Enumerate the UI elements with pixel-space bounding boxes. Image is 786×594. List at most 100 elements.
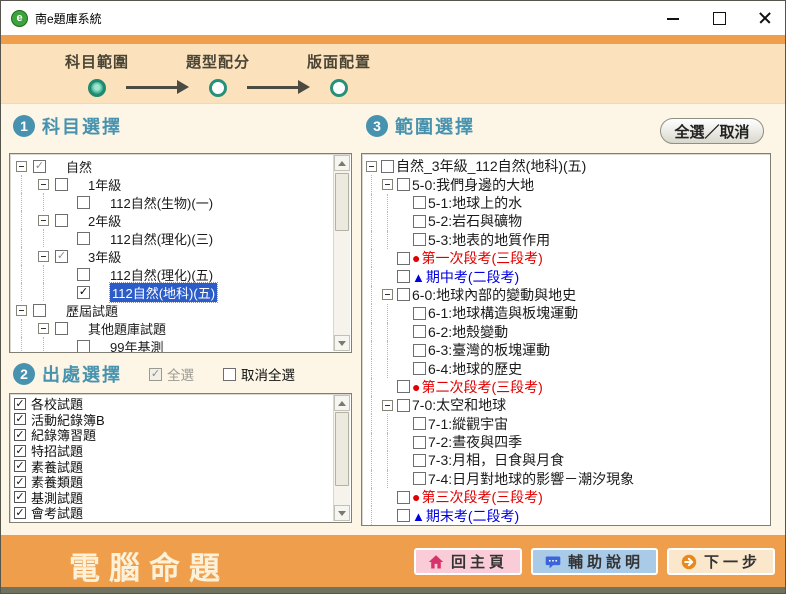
checkbox-checked[interactable]: ✓ [77, 286, 90, 299]
select-toggle-button[interactable]: 全選／取消 [660, 118, 764, 144]
scrollbar-thumb[interactable] [335, 173, 349, 231]
checkbox-unchecked[interactable] [413, 196, 426, 209]
tree-node[interactable]: 112自然(生物)(一) [10, 193, 351, 211]
expander-minus-icon[interactable] [38, 215, 49, 226]
tree-label[interactable]: 112自然(理化)(三) [110, 229, 213, 248]
tree-label[interactable]: 7-1:縱觀宇宙 [428, 414, 508, 434]
tree-node[interactable]: 7-4:日月對地球的影響－潮汐現象 [362, 470, 770, 488]
scrollbar-thumb[interactable] [335, 412, 349, 486]
expander-minus-icon[interactable] [16, 161, 27, 172]
expander-minus-icon[interactable] [382, 289, 393, 300]
checkbox-unchecked[interactable] [77, 340, 90, 353]
tree-node[interactable]: 5-1:地球上的水 [362, 194, 770, 212]
deselect-all-checkbox[interactable]: 取消全選 [223, 364, 295, 384]
expander-minus-icon[interactable] [38, 323, 49, 334]
checkbox-unchecked[interactable] [77, 232, 90, 245]
checkbox-unchecked[interactable] [413, 325, 426, 338]
tree-node[interactable]: 自然_3年級_112自然(地科)(五) [362, 157, 770, 175]
tree-label[interactable]: ●第二次段考(三段考) [412, 377, 543, 397]
tree-label[interactable]: 6-3:臺灣的板塊運動 [428, 340, 550, 360]
expander-minus-icon[interactable] [382, 400, 393, 411]
checkbox-unchecked[interactable] [55, 178, 68, 191]
expander-minus-icon[interactable] [382, 179, 393, 190]
tree-label[interactable]: 7-3:月相，日食與月食 [428, 450, 564, 470]
tree-label[interactable]: 7-0:太空和地球 [412, 395, 506, 415]
tree-label[interactable]: 99年基測 [110, 337, 163, 354]
checkbox-mixed[interactable]: ✓ [55, 250, 68, 263]
tree-node[interactable]: ●第一次段考(三段考) [362, 249, 770, 267]
tree-label[interactable]: ●第三次段考(三段考) [412, 487, 543, 507]
tree-node[interactable]: 其他題庫試題 [10, 319, 351, 337]
checkbox-checked[interactable]: ✓ [14, 491, 26, 503]
tree-label[interactable]: 其他題庫試題 [88, 319, 166, 338]
checkbox-checked-disabled[interactable] [149, 368, 162, 381]
tree-node[interactable]: 99年基測 [10, 337, 351, 353]
tree-label[interactable]: 6-4:地球的歷史 [428, 359, 522, 379]
checkbox-unchecked[interactable] [381, 160, 394, 173]
tree-label[interactable]: 1年級 [88, 175, 121, 194]
scroll-up-icon[interactable] [334, 155, 350, 171]
tree-node[interactable]: 2年級 [10, 211, 351, 229]
minimize-icon[interactable] [665, 10, 681, 26]
tree-node[interactable]: ✓自然 [10, 157, 351, 175]
checkbox-unchecked[interactable] [397, 509, 410, 522]
checkbox-unchecked[interactable] [413, 436, 426, 449]
checkbox-unchecked[interactable] [413, 362, 426, 375]
checkbox-unchecked[interactable] [397, 399, 410, 412]
tree-label[interactable]: 7-4:日月對地球的影響－潮汐現象 [428, 469, 634, 489]
tree-label[interactable]: 3年級 [88, 247, 121, 266]
tree-label[interactable]: 2年級 [88, 211, 121, 230]
checkbox-unchecked[interactable] [397, 491, 410, 504]
tree-label[interactable]: 5-0:我們身邊的大地 [412, 175, 534, 195]
expander-minus-icon[interactable] [366, 161, 377, 172]
tree-node[interactable]: ▲期末考(二段考) [362, 506, 770, 524]
tree-label[interactable]: 自然_3年級_112自然(地科)(五) [396, 156, 586, 176]
tree-node[interactable]: 112自然(理化)(三) [10, 229, 351, 247]
checkbox-unchecked[interactable] [397, 288, 410, 301]
tree-node[interactable]: ●第二次段考(三段考) [362, 378, 770, 396]
tree-node[interactable]: 5-3:地表的地質作用 [362, 231, 770, 249]
tree-node[interactable]: 6-2:地殼變動 [362, 323, 770, 341]
checkbox-checked[interactable]: ✓ [14, 445, 26, 457]
tree-node[interactable]: 5-2:岩石與礦物 [362, 212, 770, 230]
tree-label[interactable]: 112自然(理化)(五) [110, 265, 213, 284]
tree-label[interactable]: 5-3:地表的地質作用 [428, 230, 550, 250]
checkbox-checked[interactable]: ✓ [14, 507, 26, 519]
list-item[interactable]: ✓會考試題 [10, 505, 351, 521]
checkbox-unchecked[interactable] [413, 215, 426, 228]
tree-node[interactable]: ✓ 112自然(地科)(五) [10, 283, 351, 301]
checkbox-checked[interactable]: ✓ [14, 429, 26, 441]
checkbox-checked[interactable]: ✓ [14, 460, 26, 472]
checkbox-unchecked[interactable] [77, 268, 90, 281]
checkbox-unchecked[interactable] [413, 454, 426, 467]
checkbox-unchecked[interactable] [413, 307, 426, 320]
tree-node[interactable]: 6-3:臺灣的板塊運動 [362, 341, 770, 359]
tree-node[interactable]: 6-4:地球的歷史 [362, 359, 770, 377]
tree-label[interactable]: 5-1:地球上的水 [428, 193, 522, 213]
checkbox-unchecked[interactable] [55, 322, 68, 335]
checkbox-unchecked[interactable] [77, 196, 90, 209]
checkbox-unchecked[interactable] [397, 252, 410, 265]
scroll-down-icon[interactable] [334, 505, 350, 521]
source-list-scrollbar[interactable] [333, 395, 350, 521]
tree-node[interactable]: 7-3:月相，日食與月食 [362, 451, 770, 469]
tree-label[interactable]: 112自然(生物)(一) [110, 193, 213, 212]
scroll-up-icon[interactable] [334, 395, 350, 411]
checkbox-unchecked[interactable] [397, 270, 410, 283]
tree-node[interactable]: 5-0:我們身邊的大地 [362, 175, 770, 193]
tree-node[interactable]: ✓ 3年級 [10, 247, 351, 265]
tree-node[interactable]: 7-2:晝夜與四季 [362, 433, 770, 451]
checkbox-unchecked[interactable] [397, 380, 410, 393]
checkbox-unchecked[interactable] [55, 214, 68, 227]
tree-node[interactable]: 1年級 [10, 175, 351, 193]
tree-label[interactable]: 6-0:地球內部的變動與地史 [412, 285, 576, 305]
tree-label[interactable]: 112自然(地科)(五) [110, 283, 217, 302]
tree-label[interactable]: 自然 [66, 157, 92, 176]
tree-node[interactable]: ●第三次段考(三段考) [362, 488, 770, 506]
tree-label[interactable]: 歷屆試題 [66, 301, 118, 320]
tree-label[interactable]: 7-2:晝夜與四季 [428, 432, 522, 452]
tree-label[interactable]: ▲期末考(二段考) [412, 506, 519, 526]
checkbox-unchecked[interactable] [413, 417, 426, 430]
tree-node[interactable]: 歷屆試題 [10, 301, 351, 319]
next-step-button[interactable]: 下一步 [667, 548, 775, 575]
